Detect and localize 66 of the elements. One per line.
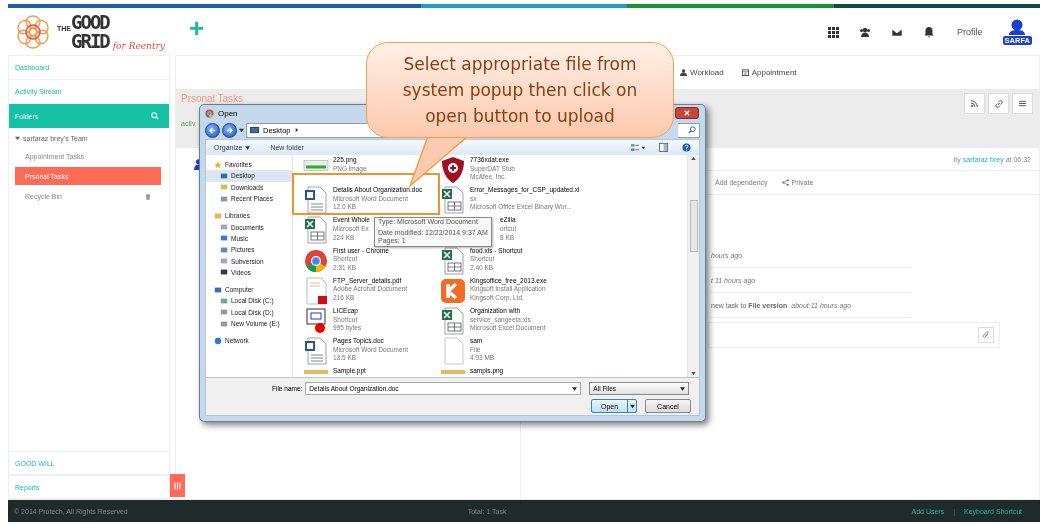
search-field[interactable] — [678, 122, 700, 138]
logo-text: GRID — [71, 31, 109, 51]
back-button[interactable] — [205, 122, 220, 138]
profile-link[interactable]: Profile — [957, 26, 983, 37]
calendar-icon — [741, 69, 749, 76]
sidebar-toggle-button[interactable] — [170, 474, 185, 497]
spreadsheet-file-icon — [440, 306, 466, 335]
pdf-file-icon — [303, 276, 329, 305]
globe-icon — [214, 336, 222, 345]
user-icon — [680, 69, 687, 76]
list-title: Prsonal Tasks — [181, 93, 244, 104]
scroll-thumb[interactable] — [689, 200, 698, 252]
link-button[interactable] — [988, 93, 1009, 114]
paperclip-icon — [982, 331, 990, 339]
link-icon — [994, 99, 1003, 108]
help-icon[interactable] — [682, 143, 691, 152]
dialog-title: Open — [218, 108, 238, 118]
word-document-icon — [303, 337, 329, 366]
avatar-icon[interactable] — [1007, 18, 1028, 35]
spreadsheet-file-icon — [303, 216, 329, 245]
monitor-icon — [214, 285, 222, 294]
scroll-up-icon[interactable] — [691, 157, 696, 160]
word-document-icon — [303, 186, 329, 215]
monitor-icon — [220, 171, 228, 180]
image-file-icon — [303, 160, 329, 171]
view-tab[interactable]: Workload — [680, 68, 724, 77]
menu-button[interactable] — [1012, 93, 1033, 114]
right-arrow-icon — [226, 126, 233, 134]
left-arrow-icon — [209, 126, 216, 134]
chevron-icon — [294, 128, 299, 132]
caret-icon — [245, 145, 251, 150]
spreadsheet-file-icon — [440, 186, 466, 215]
file-thumbnail-icon — [440, 369, 466, 375]
music-note-icon — [220, 234, 228, 243]
caret-icon — [680, 386, 686, 391]
bell-icon[interactable] — [923, 25, 936, 38]
trash-icon[interactable] — [145, 192, 151, 200]
monitor-icon — [250, 126, 259, 134]
apps-grid-icon[interactable] — [827, 25, 840, 38]
comment-field[interactable] — [708, 322, 1000, 348]
browser-logo-icon — [205, 108, 214, 118]
close-icon — [684, 110, 690, 116]
forward-button[interactable] — [222, 122, 237, 138]
view-options-icon[interactable] — [631, 143, 645, 152]
caret-icon[interactable] — [629, 403, 635, 409]
screen-capture-icon — [303, 306, 329, 335]
preview-pane-icon[interactable] — [659, 143, 668, 152]
share-icon — [781, 179, 789, 186]
star-icon — [214, 160, 222, 169]
caret-icon — [572, 386, 578, 391]
view-tab[interactable]: Appointment — [741, 68, 797, 77]
rss-button[interactable] — [964, 93, 985, 114]
search-icon — [688, 126, 696, 134]
scroll-down-icon[interactable] — [691, 372, 696, 375]
bars-icon — [174, 481, 181, 490]
scrollbar[interactable] — [687, 155, 699, 377]
caret-icon[interactable] — [239, 127, 244, 133]
installer-icon — [440, 276, 466, 305]
logo-text: GOOD — [71, 12, 111, 32]
users-icon[interactable] — [859, 25, 872, 38]
menu-icon — [1019, 100, 1026, 107]
callout-bubble: Select appropriate file from system popup then click on open button to upload — [366, 42, 674, 138]
logo-tagline: for Reentry — [112, 41, 165, 51]
file-thumbnail-icon — [303, 369, 329, 375]
close-button[interactable] — [675, 107, 699, 119]
rss-icon — [971, 100, 978, 107]
